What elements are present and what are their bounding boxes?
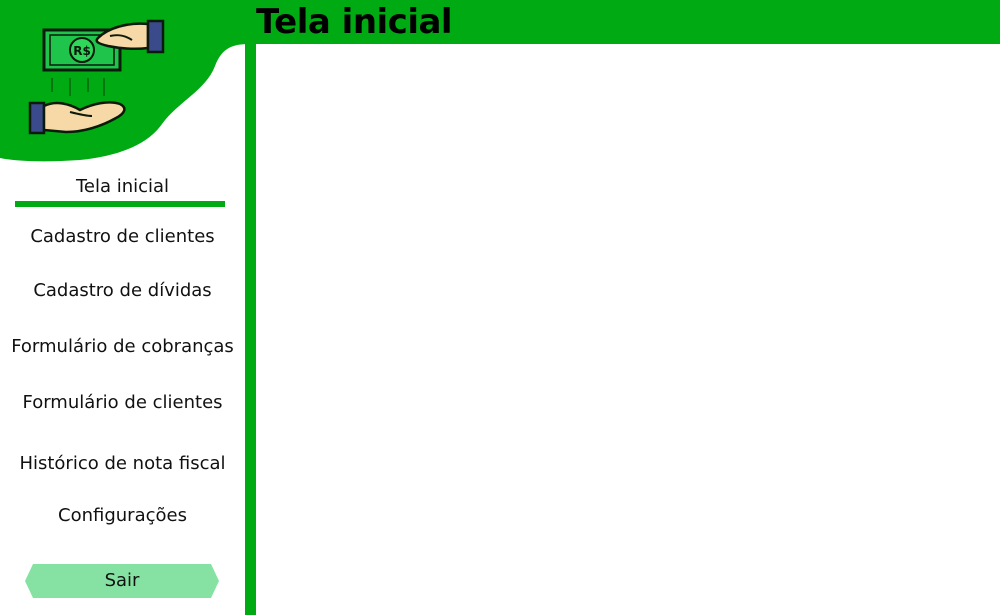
nav-item-cadastro-de-clientes[interactable]: Cadastro de clientes xyxy=(0,226,245,247)
active-nav-indicator xyxy=(15,201,225,207)
nav-item-cadastro-de-dividas[interactable]: Cadastro de dívidas xyxy=(0,280,245,301)
nav-item-historico-de-nota-fiscal[interactable]: Histórico de nota fiscal xyxy=(0,453,245,474)
sidebar-divider xyxy=(245,44,256,615)
nav-item-formulario-de-cobrancas[interactable]: Formulário de cobranças xyxy=(0,336,245,357)
nav-item-tela-inicial[interactable]: Tela inicial xyxy=(0,176,245,197)
nav-item-formulario-de-clientes[interactable]: Formulário de clientes xyxy=(0,392,245,413)
page-title: Tela inicial xyxy=(256,2,453,42)
main-content xyxy=(256,44,1000,615)
logout-button[interactable]: Sair xyxy=(25,564,219,598)
logout-label: Sair xyxy=(104,570,140,591)
sidebar-nav: Tela inicial Cadastro de clientes Cadast… xyxy=(0,0,245,615)
nav-item-configuracoes[interactable]: Configurações xyxy=(0,505,245,526)
